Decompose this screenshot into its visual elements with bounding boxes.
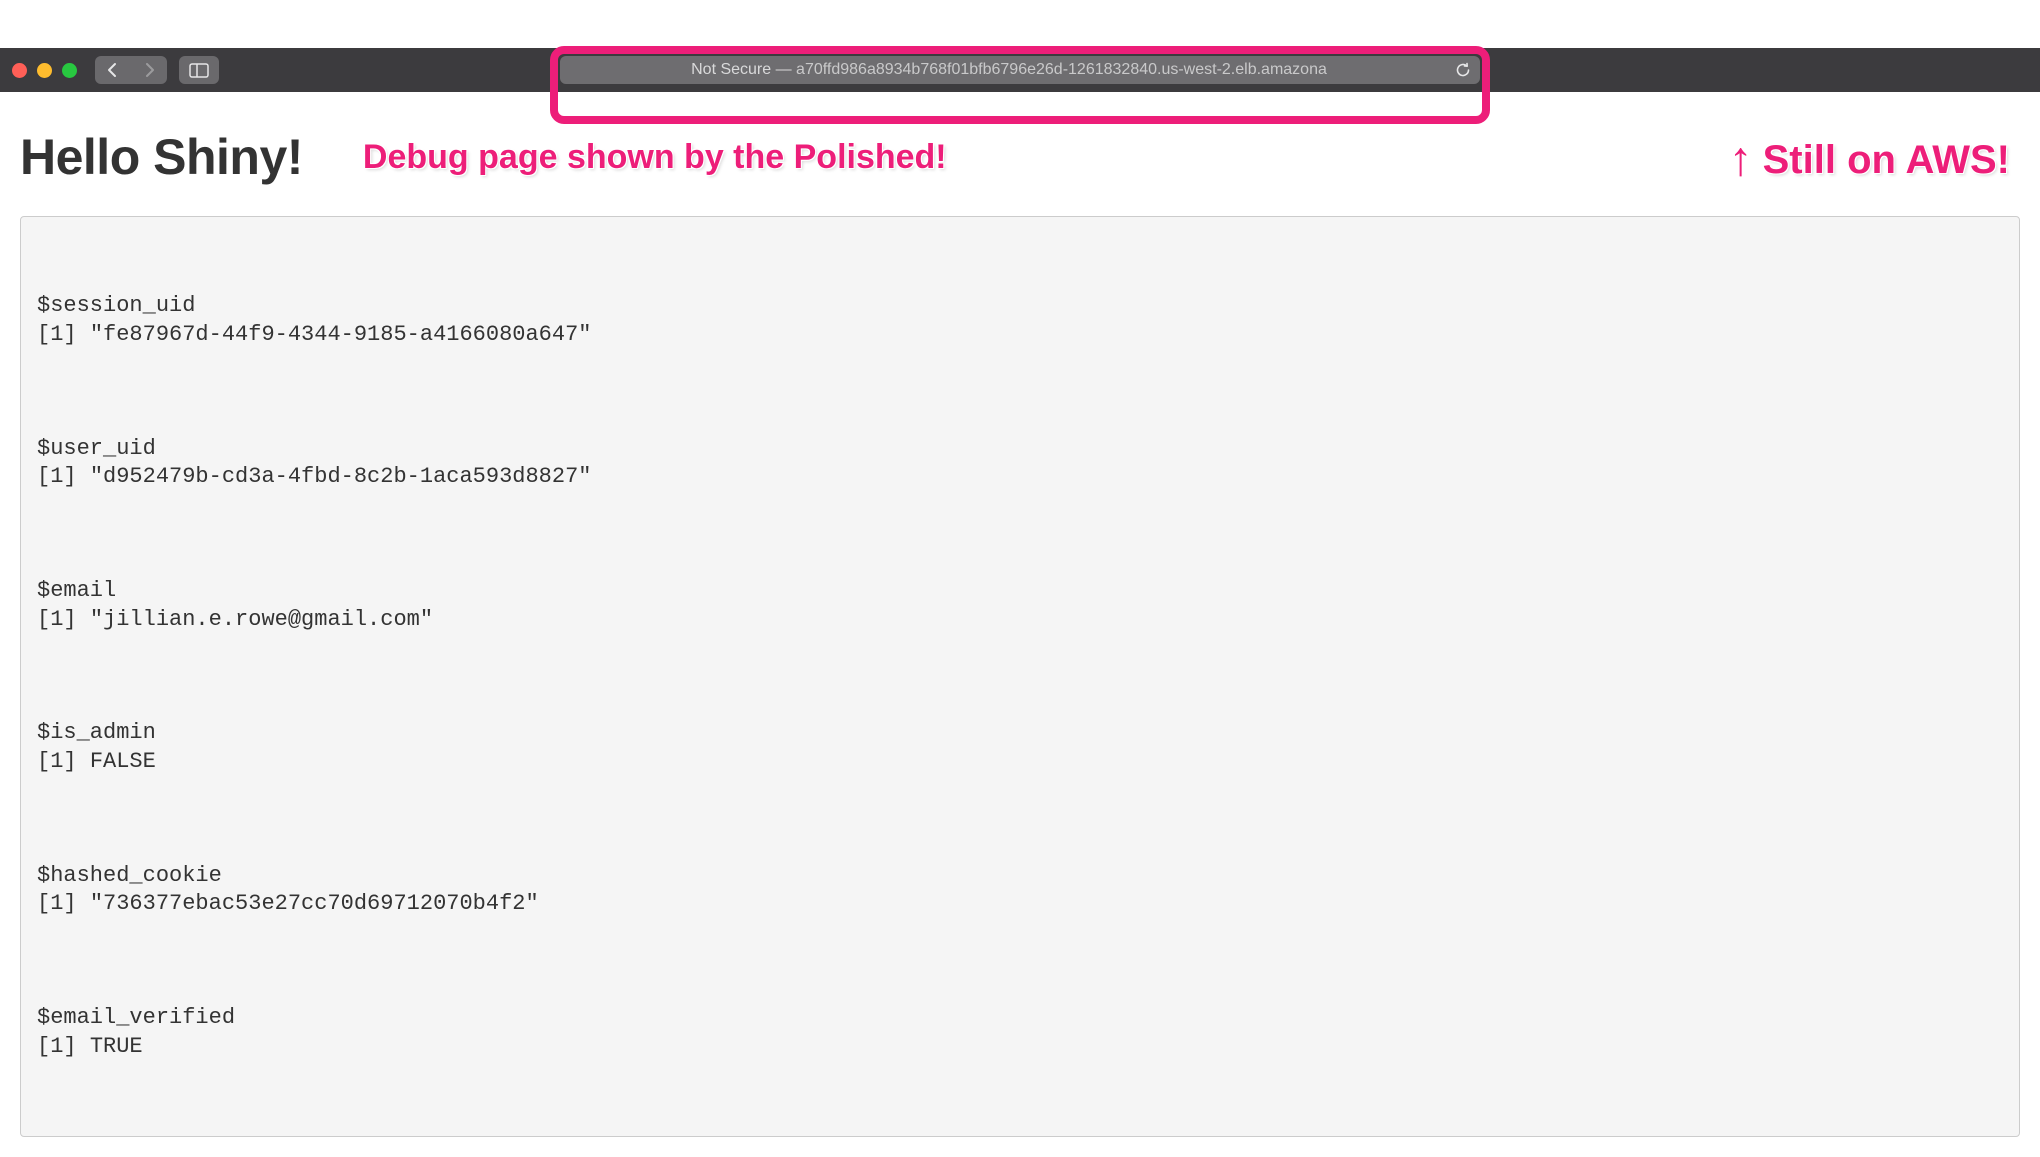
aws-annotation-text: Still on AWS! xyxy=(1763,138,2010,183)
close-window-button[interactable] xyxy=(12,63,27,78)
browser-toolbar: Not Secure — a70ffd986a8934b768f01bfb679… xyxy=(0,48,2040,92)
debug-annotation-text: Debug page shown by the Polished! xyxy=(363,138,947,177)
debug-is-admin: $is_admin [1] FALSE xyxy=(37,719,2003,776)
address-bar-wrapper: Not Secure — a70ffd986a8934b768f01bfb679… xyxy=(560,56,1480,84)
reload-button[interactable] xyxy=(1454,61,1472,79)
reload-icon xyxy=(1455,62,1471,78)
sidebar-toggle-button[interactable] xyxy=(179,56,219,84)
chevron-right-icon xyxy=(143,62,155,78)
arrow-up-icon: ↑ xyxy=(1729,136,1753,184)
debug-session-uid: $session_uid [1] "fe87967d-44f9-4344-918… xyxy=(37,292,2003,349)
security-status-label: Not Secure — xyxy=(691,61,796,78)
forward-button[interactable] xyxy=(131,56,167,84)
aws-annotation: ↑ Still on AWS! xyxy=(1729,136,2010,184)
back-button[interactable] xyxy=(95,56,131,84)
chevron-left-icon xyxy=(107,62,119,78)
page-title: Hello Shiny! xyxy=(20,128,303,186)
debug-user-uid: $user_uid [1] "d952479b-cd3a-4fbd-8c2b-1… xyxy=(37,435,2003,492)
page-content: Hello Shiny! Debug page shown by the Pol… xyxy=(0,92,2040,1157)
page-url: a70ffd986a8934b768f01bfb6796e26d-1261832… xyxy=(796,61,1327,78)
debug-email: $email [1] "jillian.e.rowe@gmail.com" xyxy=(37,577,2003,634)
debug-output-panel: $session_uid [1] "fe87967d-44f9-4344-918… xyxy=(20,216,2020,1137)
sidebar-icon xyxy=(189,63,209,78)
debug-hashed-cookie: $hashed_cookie [1] "736377ebac53e27cc70d… xyxy=(37,862,2003,919)
address-bar[interactable]: Not Secure — a70ffd986a8934b768f01bfb679… xyxy=(560,56,1480,84)
debug-email-verified: $email_verified [1] TRUE xyxy=(37,1004,2003,1061)
maximize-window-button[interactable] xyxy=(62,63,77,78)
navigation-buttons-group xyxy=(95,56,167,84)
header-row: Hello Shiny! Debug page shown by the Pol… xyxy=(20,112,2020,202)
window-top-gap xyxy=(0,0,2040,48)
minimize-window-button[interactable] xyxy=(37,63,52,78)
window-controls xyxy=(12,63,77,78)
address-text: Not Secure — a70ffd986a8934b768f01bfb679… xyxy=(691,61,1327,79)
